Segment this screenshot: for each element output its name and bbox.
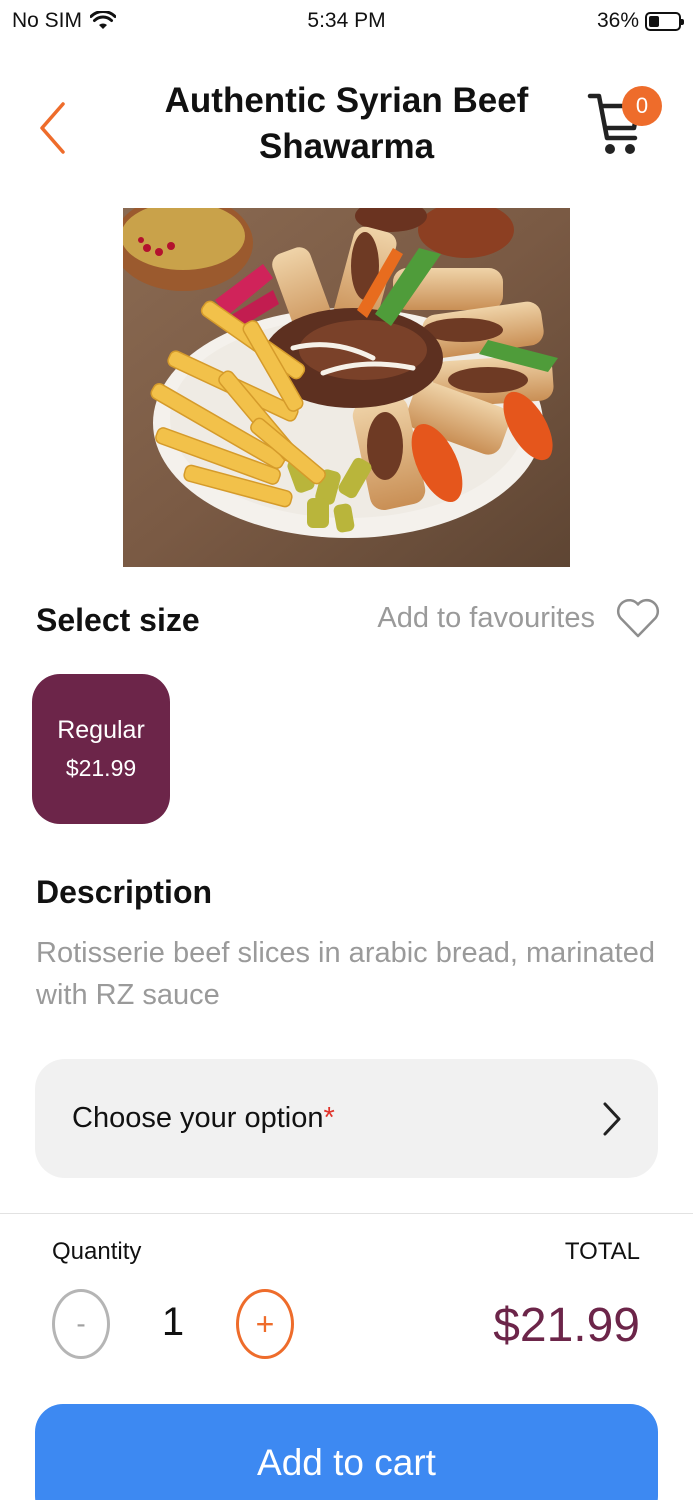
select-size-title: Select size [36, 602, 200, 638]
battery-level-fill [649, 15, 659, 27]
total-price: $21.99 [493, 1299, 640, 1352]
description-title: Description [36, 874, 213, 910]
cart-button[interactable]: 0 [586, 86, 664, 162]
cart-count-badge: 0 [622, 86, 662, 126]
status-bar: No SIM 5:34 PM 36% [0, 0, 693, 44]
required-mark: * [323, 1102, 335, 1134]
quantity-increase-button[interactable]: + [236, 1289, 294, 1359]
clock: 5:34 PM [307, 9, 386, 32]
quantity-decrease-button[interactable]: - [52, 1289, 110, 1359]
minus-label: - [76, 1308, 86, 1339]
add-to-cart-button[interactable]: Add to cart [35, 1404, 658, 1500]
battery-status: 36% [596, 9, 684, 33]
chevron-right-icon [603, 1102, 621, 1135]
description-text: Rotisserie beef slices in arabic bread, … [36, 937, 655, 1011]
chevron-left-icon [40, 102, 65, 154]
total-label: TOTAL [564, 1238, 640, 1265]
size-name: Regular [57, 716, 145, 744]
favourites-label: Add to favourites [377, 601, 595, 634]
quantity-value: 1 [161, 1300, 185, 1344]
size-option-regular[interactable]: Regular $21.99 [32, 674, 170, 824]
plus-label: + [255, 1305, 275, 1342]
page-title: Authentic Syrian Beef Shawarma [164, 81, 529, 166]
heart-icon [616, 598, 660, 638]
option-label: Choose your option [72, 1102, 324, 1134]
back-button[interactable] [30, 96, 74, 160]
quantity-label: Quantity [52, 1238, 142, 1265]
order-panel: Quantity TOTAL - 1 + $21.99 Add to cart [0, 1213, 693, 1500]
choose-option-row[interactable]: Choose your option* [35, 1059, 658, 1178]
food-photo [123, 208, 570, 567]
option-label-wrap: Choose your option* [72, 1102, 335, 1135]
battery-percent: 36% [596, 9, 639, 32]
battery-icon [645, 11, 684, 31]
add-to-favourites-button[interactable]: Add to favourites [377, 596, 661, 640]
size-price: $21.99 [65, 755, 137, 781]
